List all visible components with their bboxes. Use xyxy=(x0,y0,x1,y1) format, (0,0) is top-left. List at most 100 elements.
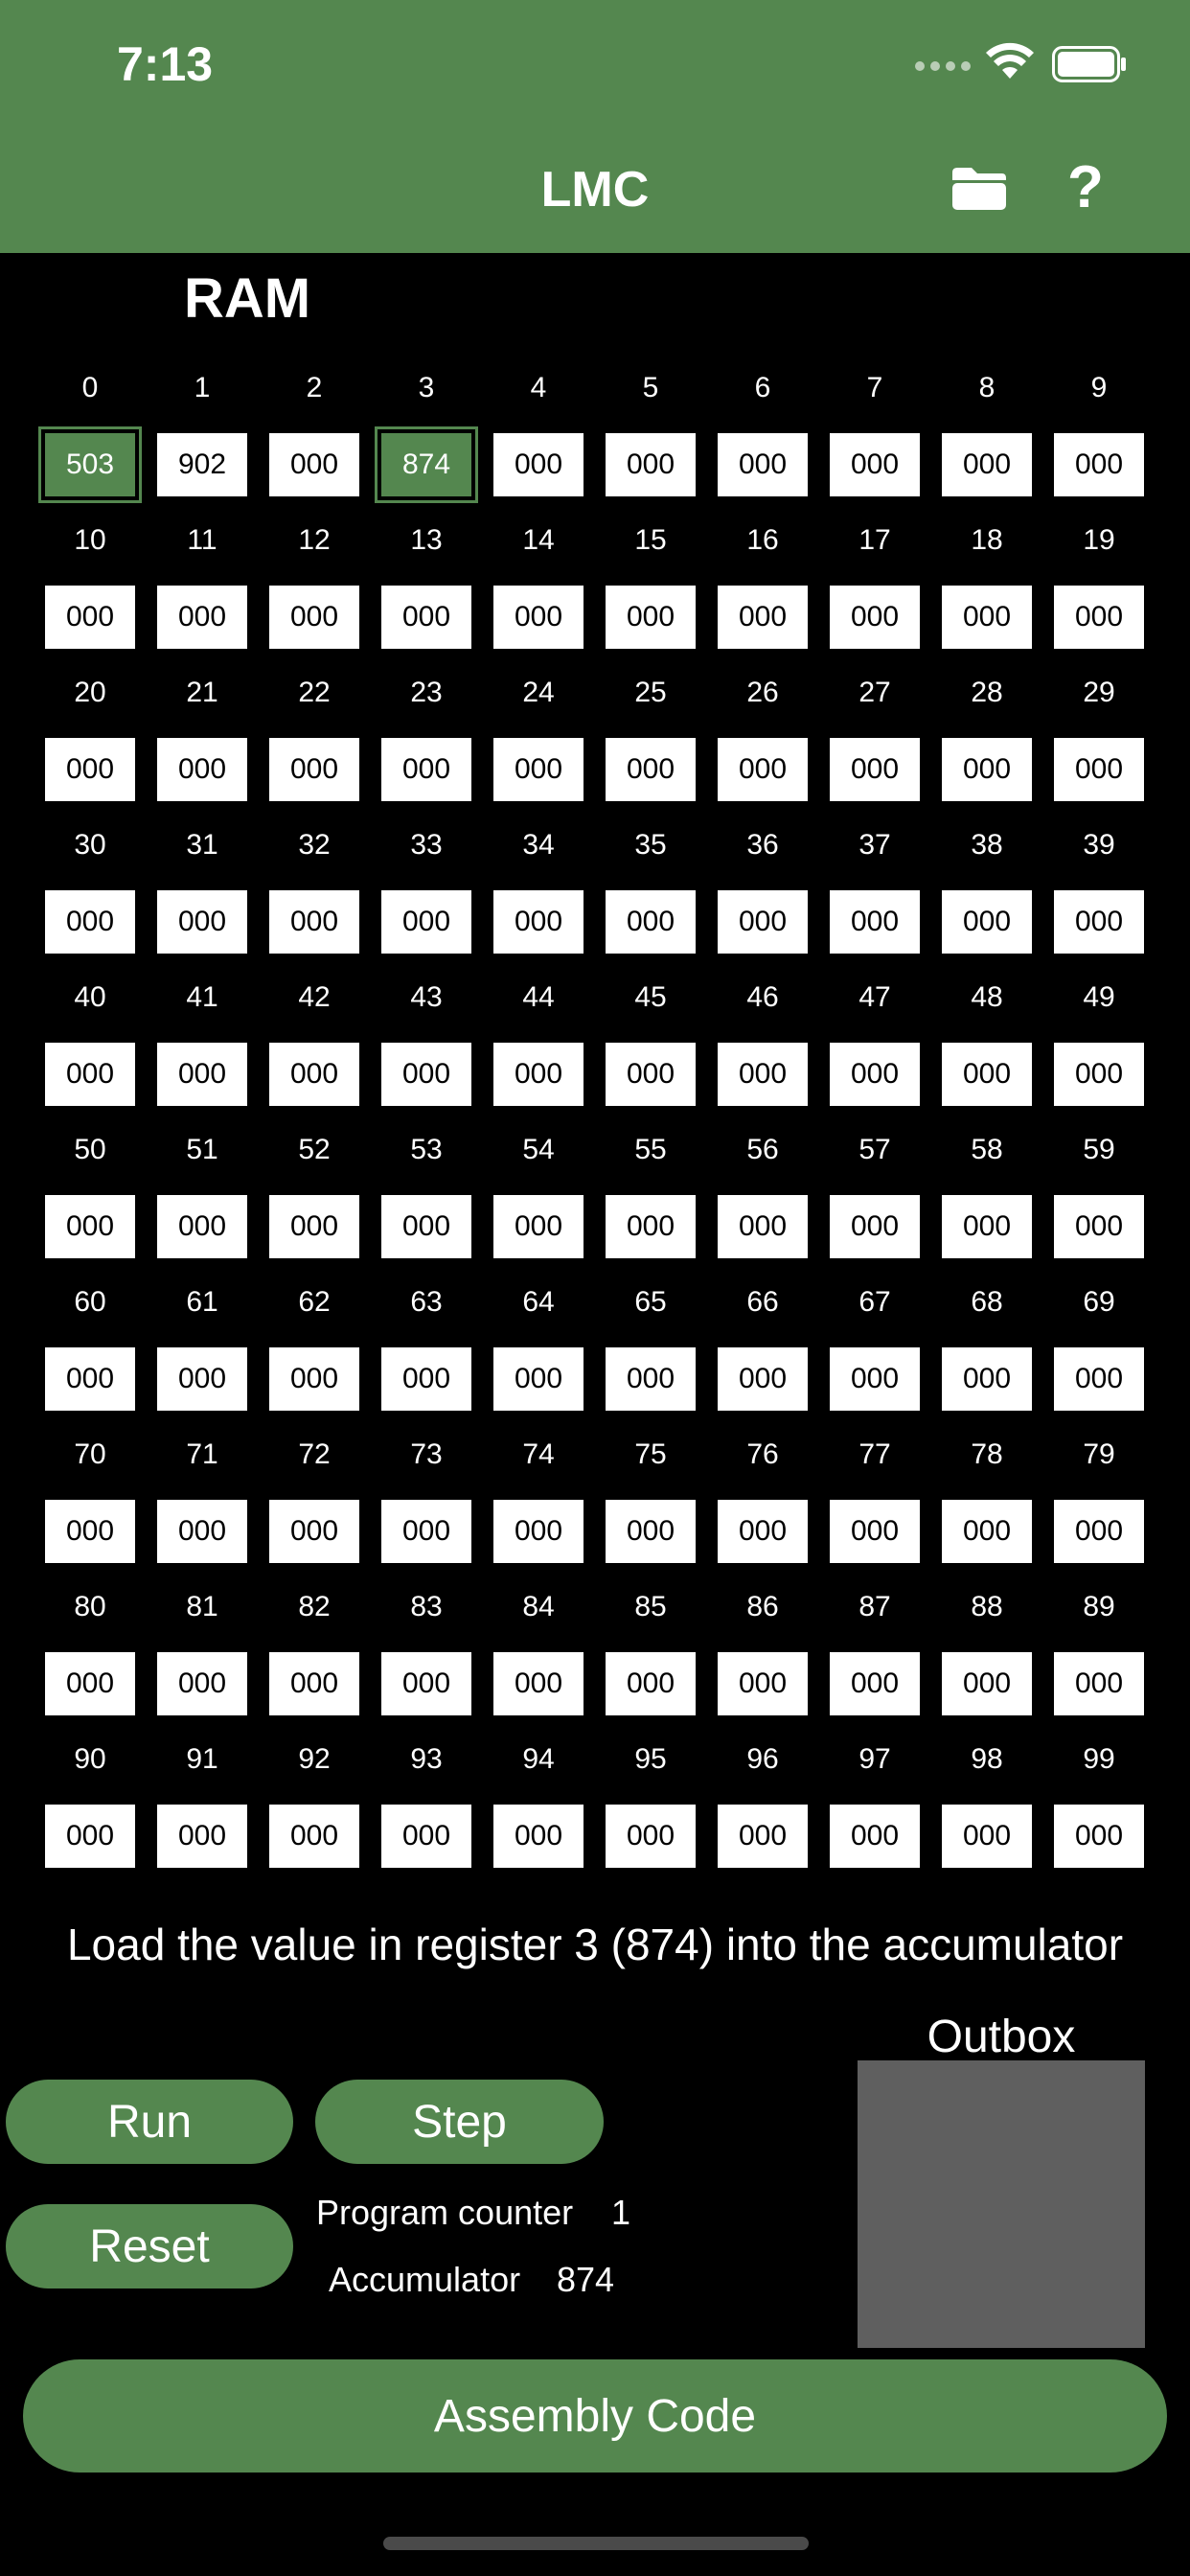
ram-cell[interactable]: 000 xyxy=(493,1652,584,1715)
ram-cell[interactable]: 000 xyxy=(1054,1500,1144,1563)
ram-cell[interactable]: 000 xyxy=(942,1652,1032,1715)
ram-cell[interactable]: 000 xyxy=(942,1195,1032,1258)
ram-cell[interactable]: 000 xyxy=(45,890,135,954)
ram-cell[interactable]: 000 xyxy=(45,1500,135,1563)
ram-cell[interactable]: 000 xyxy=(718,1347,808,1411)
ram-cell[interactable]: 000 xyxy=(1054,1195,1144,1258)
ram-cell[interactable]: 000 xyxy=(493,890,584,954)
ram-cell[interactable]: 000 xyxy=(157,1500,247,1563)
ram-cell[interactable]: 000 xyxy=(606,1347,696,1411)
ram-cell[interactable]: 000 xyxy=(830,1043,920,1106)
ram-cell[interactable]: 000 xyxy=(269,890,359,954)
ram-cell[interactable]: 000 xyxy=(606,1500,696,1563)
ram-cell[interactable]: 000 xyxy=(942,586,1032,649)
ram-cell[interactable]: 000 xyxy=(942,738,1032,801)
ram-cell[interactable]: 000 xyxy=(606,1652,696,1715)
ram-cell[interactable]: 000 xyxy=(606,738,696,801)
ram-cell[interactable]: 000 xyxy=(606,433,696,496)
ram-cell[interactable]: 000 xyxy=(269,1500,359,1563)
ram-cell[interactable]: 000 xyxy=(830,586,920,649)
ram-cell[interactable]: 000 xyxy=(269,1347,359,1411)
ram-cell[interactable]: 874 xyxy=(375,426,478,503)
assembly-code-button[interactable]: Assembly Code xyxy=(23,2359,1167,2472)
ram-cell[interactable]: 000 xyxy=(1054,1347,1144,1411)
ram-cell[interactable]: 000 xyxy=(718,433,808,496)
ram-cell[interactable]: 000 xyxy=(269,1195,359,1258)
ram-cell[interactable]: 000 xyxy=(493,1805,584,1868)
ram-cell[interactable]: 000 xyxy=(830,738,920,801)
ram-cell[interactable]: 000 xyxy=(157,1043,247,1106)
ram-cell[interactable]: 000 xyxy=(381,1043,471,1106)
ram-cell[interactable]: 000 xyxy=(606,1805,696,1868)
ram-cell[interactable]: 000 xyxy=(606,586,696,649)
ram-cell[interactable]: 000 xyxy=(942,1500,1032,1563)
ram-cell[interactable]: 000 xyxy=(718,1043,808,1106)
ram-cell[interactable]: 000 xyxy=(493,1195,584,1258)
ram-cell[interactable]: 000 xyxy=(269,586,359,649)
ram-cell[interactable]: 000 xyxy=(718,890,808,954)
ram-cell[interactable]: 000 xyxy=(830,1500,920,1563)
ram-cell[interactable]: 000 xyxy=(381,1500,471,1563)
ram-cell[interactable]: 000 xyxy=(381,738,471,801)
ram-cell[interactable]: 000 xyxy=(157,586,247,649)
ram-cell[interactable]: 000 xyxy=(493,1043,584,1106)
ram-cell[interactable]: 000 xyxy=(606,1043,696,1106)
ram-cell[interactable]: 000 xyxy=(45,738,135,801)
ram-cell[interactable]: 000 xyxy=(606,1195,696,1258)
ram-cell[interactable]: 000 xyxy=(381,1347,471,1411)
ram-cell[interactable]: 000 xyxy=(381,1805,471,1868)
ram-cell[interactable]: 000 xyxy=(381,1652,471,1715)
ram-cell[interactable]: 000 xyxy=(493,738,584,801)
reset-button[interactable]: Reset xyxy=(6,2204,293,2288)
ram-cell[interactable]: 000 xyxy=(493,1500,584,1563)
ram-cell[interactable]: 000 xyxy=(1054,1805,1144,1868)
ram-cell[interactable]: 000 xyxy=(830,1347,920,1411)
ram-cell[interactable]: 000 xyxy=(45,1195,135,1258)
ram-cell[interactable]: 000 xyxy=(157,1347,247,1411)
ram-cell[interactable]: 000 xyxy=(269,433,359,496)
ram-cell[interactable]: 000 xyxy=(493,433,584,496)
ram-cell[interactable]: 000 xyxy=(157,1195,247,1258)
ram-cell[interactable]: 000 xyxy=(718,1652,808,1715)
ram-cell[interactable]: 000 xyxy=(718,738,808,801)
ram-cell[interactable]: 000 xyxy=(1054,1652,1144,1715)
folder-icon[interactable] xyxy=(949,165,1010,213)
ram-cell[interactable]: 000 xyxy=(830,1652,920,1715)
ram-cell[interactable]: 000 xyxy=(45,1347,135,1411)
ram-cell[interactable]: 000 xyxy=(269,1043,359,1106)
ram-cell[interactable]: 000 xyxy=(157,1652,247,1715)
ram-cell[interactable]: 000 xyxy=(606,890,696,954)
ram-cell[interactable]: 000 xyxy=(45,1805,135,1868)
ram-cell[interactable]: 000 xyxy=(1054,1043,1144,1106)
ram-cell[interactable]: 000 xyxy=(1054,433,1144,496)
ram-cell[interactable]: 000 xyxy=(493,1347,584,1411)
ram-cell[interactable]: 000 xyxy=(157,1805,247,1868)
ram-cell[interactable]: 000 xyxy=(269,738,359,801)
ram-cell[interactable]: 000 xyxy=(45,1652,135,1715)
ram-cell[interactable]: 000 xyxy=(830,433,920,496)
step-button[interactable]: Step xyxy=(315,2080,604,2164)
ram-cell[interactable]: 000 xyxy=(269,1652,359,1715)
ram-cell[interactable]: 000 xyxy=(157,738,247,801)
ram-cell[interactable]: 000 xyxy=(157,890,247,954)
ram-cell[interactable]: 000 xyxy=(1054,586,1144,649)
ram-cell[interactable]: 000 xyxy=(45,1043,135,1106)
ram-cell[interactable]: 000 xyxy=(269,1805,359,1868)
ram-cell[interactable]: 000 xyxy=(942,1043,1032,1106)
ram-cell[interactable]: 000 xyxy=(942,890,1032,954)
ram-cell[interactable]: 503 xyxy=(38,426,142,503)
help-icon[interactable]: ? xyxy=(1067,153,1104,221)
ram-cell[interactable]: 000 xyxy=(830,1805,920,1868)
ram-cell[interactable]: 000 xyxy=(1054,738,1144,801)
ram-cell[interactable]: 000 xyxy=(718,1805,808,1868)
ram-cell[interactable]: 000 xyxy=(830,1195,920,1258)
ram-cell[interactable]: 000 xyxy=(942,433,1032,496)
ram-cell[interactable]: 000 xyxy=(1054,890,1144,954)
ram-cell[interactable]: 000 xyxy=(942,1805,1032,1868)
ram-cell[interactable]: 000 xyxy=(381,890,471,954)
ram-cell[interactable]: 000 xyxy=(381,586,471,649)
ram-cell[interactable]: 000 xyxy=(942,1347,1032,1411)
ram-cell[interactable]: 000 xyxy=(718,586,808,649)
run-button[interactable]: Run xyxy=(6,2080,293,2164)
ram-cell[interactable]: 000 xyxy=(381,1195,471,1258)
